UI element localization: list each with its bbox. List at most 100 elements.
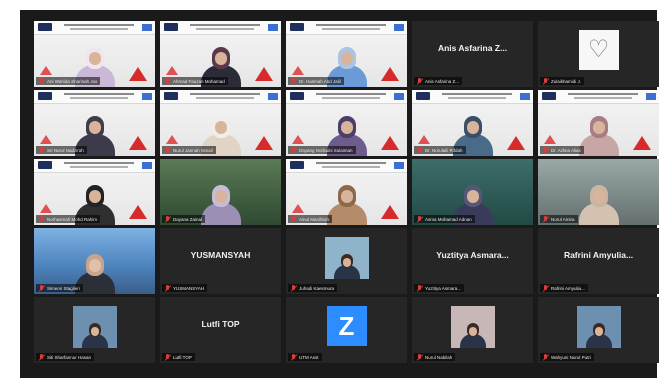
participant-name-bar: Asma Mohamad Adnan [414,215,475,223]
mic-muted-icon [39,216,45,222]
participant-tile[interactable]: YUSMANSYAH YUSMANSYAH [160,228,281,294]
mic-muted-icon [543,354,549,360]
mic-muted-icon [291,285,297,291]
participant-name: Ahmad Fauzan Mohamad [173,78,225,84]
mic-muted-icon [39,285,45,291]
profile-photo [324,237,369,279]
participant-name: Zulaikhamidi J. [551,78,582,84]
mic-muted-icon [291,216,297,222]
participant-name-bar: Rafrini Amyulia... [540,284,588,292]
profile-photo [72,306,117,348]
participant-tile[interactable]: Juhadi Kaesmura [286,228,407,294]
participant-tile[interactable]: Nurul Nabilah [412,297,533,363]
participant-name: Yuztitya Asmara... [425,285,462,291]
participant-name: Dr. Hasmah Abd Jalil [299,78,341,84]
participant-tile[interactable]: Nurul Jannah Ismail [160,90,281,156]
mic-muted-icon [165,285,171,291]
mic-muted-icon [417,147,423,153]
participant-tile[interactable]: Yuztitya Asmara... Yuztitya Asmara... [412,228,533,294]
participant-name-bar: Ani Wahida Sharinah Jus [36,77,101,85]
participant-name: UTM Asst [299,354,319,360]
participant-tile[interactable]: Sri Nurul Nadzirah [34,90,155,156]
participant-name: YUSMANSYAH [173,285,205,291]
participant-name: Lutfi TOP [173,354,192,360]
mic-muted-icon [417,78,423,84]
participant-name-bar: Dr. Hasmah Abd Jalil [288,77,344,85]
profile-photo [450,306,495,348]
participant-name-bar: UTM Asst [288,353,322,361]
participant-name: Dayang Norbaini Sulaiman [299,147,353,153]
mic-muted-icon [417,285,423,291]
participant-name: Nurul Nabilah [425,354,453,360]
letter-z-icon: Z [326,306,367,346]
mic-muted-icon [165,78,171,84]
participant-name: Simeon Staglieri [47,285,80,291]
participant-tile[interactable]: Z UTM Asst [286,297,407,363]
participant-tile[interactable]: Lutfi TOP Lutfi TOP [160,297,281,363]
participant-name-bar: Sri Nurul Nadzirah [36,146,87,154]
participant-tile[interactable]: Dr. Hasmah Abd Jalil [286,21,407,87]
participant-tile[interactable]: Dayana Zainal [160,159,281,225]
participant-name-bar: Yuztitya Asmara... [414,284,465,292]
participant-tile[interactable]: Siti Sharfannur Hasan [34,297,155,363]
participant-name: Asma Mohamad Adnan [425,216,472,222]
mic-muted-icon [165,147,171,153]
participant-name-bar: Dayana Zainal [162,215,206,223]
participant-name-bar: Juhadi Kaesmura [288,284,338,292]
mic-muted-icon [417,216,423,222]
mic-muted-icon [39,354,45,360]
participant-tile[interactable]: Asma Mohamad Adnan [412,159,533,225]
participant-tile[interactable]: Dr. Norulaili Rifdah [412,90,533,156]
participant-video [326,175,367,225]
participant-name-bar: Zulaikhamidi J. [540,77,585,85]
participant-tile[interactable]: Anis Asfarina Z... Anis Asfarina Z... [412,21,533,87]
gallery-grid: Ani Wahida Sharinah Jus Ahmad Fauzan Moh… [34,21,659,363]
mic-muted-icon [291,147,297,153]
participant-tile[interactable]: Norhasmah Mohd Rahim [34,159,155,225]
participant-tile[interactable]: Simeon Staglieri [34,228,155,294]
participant-tile[interactable]: Ani Wahida Sharinah Jus [34,21,155,87]
participant-name-bar: Ainul Mardhiah [288,215,333,223]
participant-video [578,175,619,225]
participant-tile[interactable]: ♡ Zulaikhamidi J. [538,21,659,87]
participant-name-bar: Dayang Norbaini Sulaiman [288,146,356,154]
participant-name: Rafrini Amyulia... [551,285,585,291]
participant-display-name: Rafrini Amyulia... [563,250,634,260]
mic-muted-icon [165,354,171,360]
participant-name-bar: Norhasmah Mohd Rahim [36,215,101,223]
participant-name-bar: Siti Sharfannur Hasan [36,353,95,361]
participant-display-name: Lutfi TOP [201,319,240,329]
mic-muted-icon [39,147,45,153]
participant-tile[interactable]: Ainul Mardhiah [286,159,407,225]
mic-muted-icon [165,216,171,222]
mic-muted-icon [543,285,549,291]
participant-tile[interactable]: Ahmad Fauzan Mohamad [160,21,281,87]
participant-tile[interactable]: Wahyuni Nurul Putri [538,297,659,363]
mic-muted-icon [417,354,423,360]
participant-name-bar: Lutfi TOP [162,353,195,361]
mic-muted-icon [291,354,297,360]
participant-tile[interactable]: Rafrini Amyulia... Rafrini Amyulia... [538,228,659,294]
participant-name-bar: Dr. Azlina Alias [540,146,584,154]
profile-avatar: Z [326,306,367,346]
participant-name: Sri Nurul Nadzirah [47,147,84,153]
participant-name: Nurul Jannah Ismail [173,147,213,153]
participant-tile[interactable]: Norul Amira [538,159,659,225]
participant-video [200,175,241,225]
participant-name: Dayana Zainal [173,216,203,222]
mic-muted-icon [543,78,549,84]
heart-icon: ♡ [587,36,610,63]
participant-name-bar: Dr. Norulaili Rifdah [414,146,466,154]
participant-name: Siti Sharfannur Hasan [47,354,92,360]
participant-tile[interactable]: Dr. Azlina Alias [538,90,659,156]
participant-name: Ani Wahida Sharinah Jus [47,78,98,84]
participant-name-bar: Wahyuni Nurul Putri [540,353,594,361]
participant-display-name: YUSMANSYAH [190,250,251,260]
participant-name: Dr. Azlina Alias [551,147,581,153]
participant-display-name: Yuztitya Asmara... [436,250,509,260]
participant-tile[interactable]: Dayang Norbaini Sulaiman [286,90,407,156]
participant-name: Wahyuni Nurul Putri [551,354,591,360]
meeting-window: Ani Wahida Sharinah Jus Ahmad Fauzan Moh… [20,10,659,378]
participant-name: Juhadi Kaesmura [299,285,335,291]
participant-name-bar: Norul Amira [540,215,578,223]
